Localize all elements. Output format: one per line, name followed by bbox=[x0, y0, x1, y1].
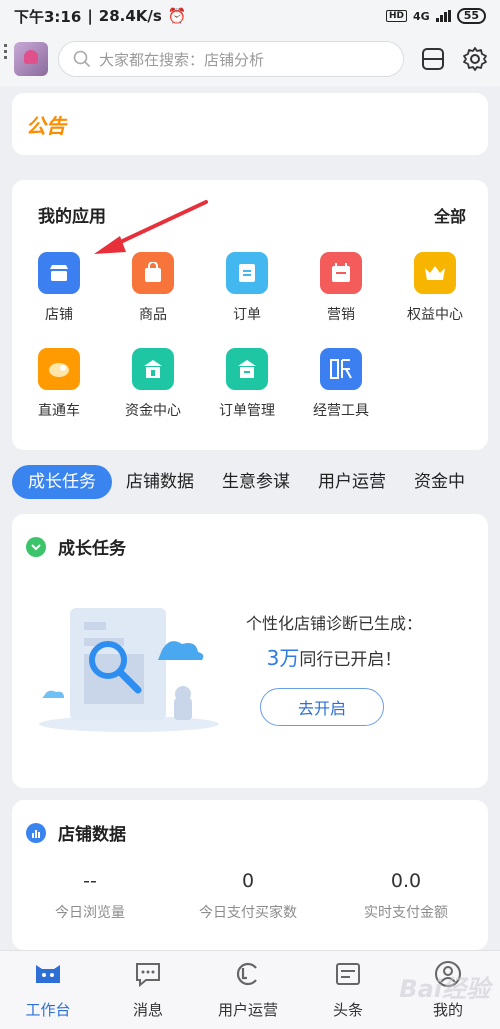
search-placeholder: 大家都在搜索：店铺分析 bbox=[99, 50, 265, 69]
order-manage-icon bbox=[226, 348, 268, 390]
apps-all-link[interactable]: 全部 bbox=[434, 203, 466, 227]
tab-growth[interactable]: 成长任务 bbox=[12, 465, 112, 499]
app-label: 订单 bbox=[233, 307, 261, 323]
status-time: 下午3:16 bbox=[14, 7, 82, 26]
app-rights-center[interactable]: 权益中心 bbox=[388, 252, 482, 324]
stat-label: 今日支付买家数 bbox=[199, 905, 297, 921]
bottom-nav: 工作台 消息 用户运营 头条 我的 Bai经验 bbox=[0, 950, 500, 1029]
battery-icon: 55 bbox=[456, 8, 486, 24]
watermark: Bai经验 bbox=[399, 975, 490, 1003]
search-input[interactable]: 大家都在搜索：店铺分析 bbox=[58, 41, 404, 77]
shop-data-title: 店铺数据 bbox=[58, 825, 126, 845]
stat-paying-buyers[interactable]: 0 今日支付买家数 bbox=[168, 870, 328, 922]
app-label: 权益中心 bbox=[407, 307, 463, 323]
nav-label: 消息 bbox=[132, 1001, 163, 1019]
status-bar: 下午3:16 | 28.4K/s ⏰ HD 4G 55 bbox=[0, 0, 500, 32]
calendar-icon bbox=[320, 252, 362, 294]
nav-workbench[interactable]: 工作台 bbox=[0, 959, 98, 1020]
app-order-manage[interactable]: 订单管理 bbox=[200, 348, 294, 420]
nav-label: 头条 bbox=[332, 1001, 363, 1019]
section-tabs: 成长任务 店铺数据 生意参谋 用户运营 资金中 bbox=[0, 460, 500, 504]
diagnosis-illustration-icon bbox=[39, 608, 219, 732]
scan-icon[interactable] bbox=[420, 46, 446, 72]
check-icon bbox=[26, 536, 46, 557]
nav-label: 用户运营 bbox=[217, 1001, 278, 1019]
order-icon bbox=[226, 252, 268, 294]
app-orders[interactable]: 订单 bbox=[200, 252, 294, 324]
network-label: 4G bbox=[413, 9, 430, 23]
user-ops-icon bbox=[233, 959, 263, 989]
stat-value: 0 bbox=[241, 870, 255, 892]
notice-card[interactable]: 公告 bbox=[12, 93, 488, 155]
workbench-icon bbox=[33, 959, 63, 989]
settings-icon[interactable] bbox=[462, 46, 488, 72]
app-label: 商品 bbox=[139, 307, 167, 323]
bar-chart-icon bbox=[26, 822, 46, 843]
app-goods[interactable]: 商品 bbox=[106, 252, 200, 324]
app-funds-center[interactable]: 资金中心 bbox=[106, 348, 200, 420]
car-icon bbox=[38, 348, 80, 390]
app-label: 订单管理 bbox=[219, 403, 275, 419]
store-icon bbox=[38, 252, 80, 294]
app-label: 营销 bbox=[327, 307, 355, 323]
tab-funds[interactable]: 资金中 bbox=[400, 465, 479, 499]
notice-title: 公告 bbox=[26, 113, 66, 138]
status-speed: 28.4K/s bbox=[98, 7, 162, 25]
nav-user-ops[interactable]: 用户运营 bbox=[198, 959, 298, 1020]
annotation-arrow-icon bbox=[94, 200, 208, 254]
tab-business-advisor[interactable]: 生意参谋 bbox=[208, 465, 304, 499]
app-label: 直通车 bbox=[38, 403, 80, 419]
growth-title: 成长任务 bbox=[58, 539, 126, 559]
my-apps-card: 我的应用 全部 店铺 商品 订单 营销 权益中心 直通车 资金中心 订单管理 经… bbox=[12, 180, 488, 450]
stat-label: 实时支付金额 bbox=[364, 905, 448, 921]
nav-label: 工作台 bbox=[25, 1001, 71, 1019]
app-marketing[interactable]: 营销 bbox=[294, 252, 388, 324]
peers-text: 3万同行已开启！ bbox=[224, 642, 444, 671]
app-label: 店铺 bbox=[45, 307, 73, 323]
crown-icon bbox=[414, 252, 456, 294]
shop-data-card: 店铺数据 -- 今日浏览量 0 今日支付买家数 0.0 实时支付金额 bbox=[12, 800, 488, 950]
funds-icon bbox=[132, 348, 174, 390]
more-dots-icon[interactable] bbox=[4, 44, 7, 60]
growth-task-card: 成长任务 个性化店铺诊断已生成： 3万同行已开启！ 去开启 bbox=[12, 514, 488, 788]
stat-payment-amount[interactable]: 0.0 实时支付金额 bbox=[326, 870, 486, 922]
search-icon bbox=[73, 50, 91, 68]
app-label: 资金中心 bbox=[125, 403, 181, 419]
stat-value: -- bbox=[83, 870, 97, 892]
diagnosis-text: 个性化店铺诊断已生成： bbox=[245, 614, 422, 633]
top-bar: 大家都在搜索：店铺分析 bbox=[0, 32, 500, 86]
tab-user-ops[interactable]: 用户运营 bbox=[304, 465, 400, 499]
message-icon bbox=[133, 959, 163, 989]
tools-icon bbox=[320, 348, 362, 390]
app-express[interactable]: 直通车 bbox=[12, 348, 106, 420]
app-store[interactable]: 店铺 bbox=[12, 252, 106, 324]
shop-avatar[interactable] bbox=[14, 42, 48, 76]
headline-icon bbox=[333, 959, 363, 989]
app-label: 经营工具 bbox=[313, 403, 369, 419]
peers-count: 3万 bbox=[266, 646, 300, 670]
tab-shop-data[interactable]: 店铺数据 bbox=[112, 465, 208, 499]
signal-icon bbox=[435, 10, 451, 22]
stat-page-views[interactable]: -- 今日浏览量 bbox=[10, 870, 170, 922]
peers-label: 同行已开启！ bbox=[299, 650, 402, 670]
nav-messages[interactable]: 消息 bbox=[98, 959, 198, 1020]
nav-headlines[interactable]: 头条 bbox=[298, 959, 398, 1020]
stat-label: 今日浏览量 bbox=[55, 905, 125, 921]
enable-button[interactable]: 去开启 bbox=[260, 688, 384, 726]
stat-value: 0.0 bbox=[390, 870, 422, 892]
app-business-tools[interactable]: 经营工具 bbox=[294, 348, 388, 420]
alarm-icon: ⏰ bbox=[167, 7, 187, 25]
hd-icon: HD bbox=[385, 10, 407, 22]
